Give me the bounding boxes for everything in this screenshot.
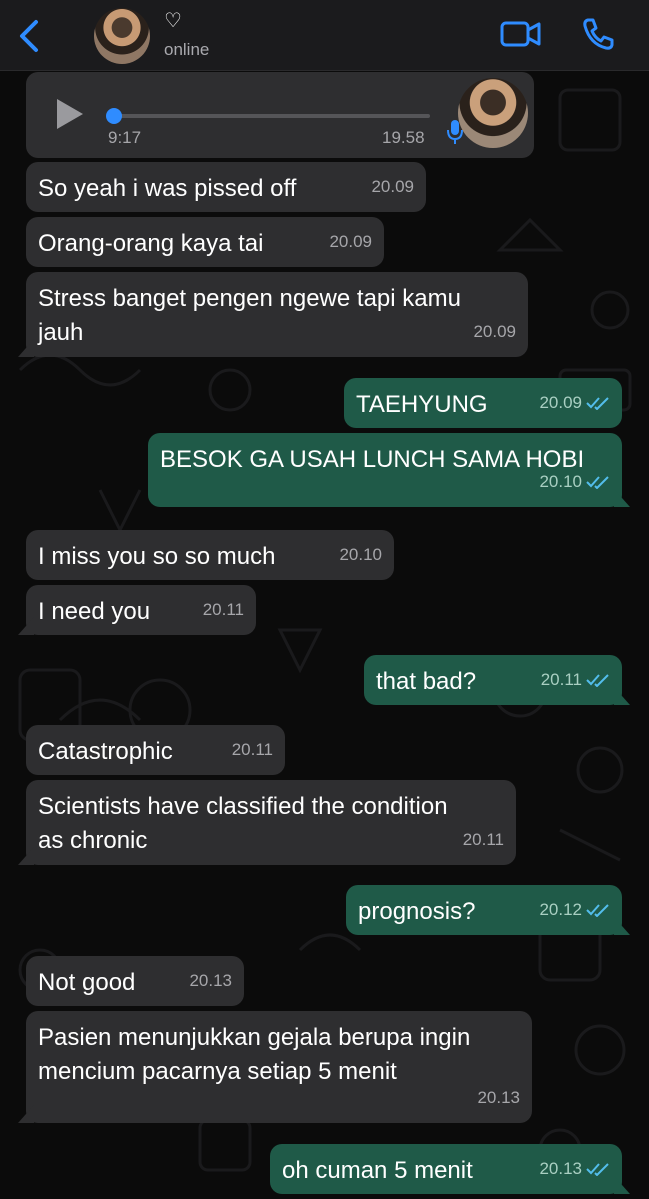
message-text: BESOK GA USAH LUNCH SAMA HOBI (160, 446, 585, 473)
message-meta: 20.10 (539, 465, 610, 499)
message-text: Pasien menunjukkan gejala berupa ingin m… (38, 1024, 471, 1085)
contact-status: online (164, 40, 210, 59)
double-check-icon (586, 904, 609, 917)
message-time: 20.12 (539, 900, 582, 919)
message-meta: 20.13 (539, 1152, 610, 1186)
microphone-icon (447, 120, 463, 144)
message-time: 20.09 (539, 393, 582, 412)
video-call-button[interactable] (500, 18, 542, 50)
message-bubble[interactable]: Catastrophic 20.11 (26, 725, 285, 775)
message-bubble[interactable]: TAEHYUNG 20.09 (344, 378, 622, 428)
message-bubble[interactable]: Orang-orang kaya tai 20.09 (26, 217, 384, 267)
chevron-left-icon (20, 20, 38, 52)
message-time: 20.13 (189, 971, 232, 990)
message-time: 20.13 (477, 1088, 520, 1107)
message-bubble[interactable]: BESOK GA USAH LUNCH SAMA HOBI 20.10 (148, 433, 622, 507)
message-time: 20.11 (231, 740, 273, 759)
phone-icon (583, 18, 614, 50)
message-list: 9:17 19.58 So yeah i was pissed off 20.0… (0, 70, 649, 1199)
message-text: I need you (38, 598, 151, 625)
video-camera-icon (500, 21, 541, 47)
message-time: 20.09 (473, 322, 516, 341)
sender-avatar (458, 78, 528, 148)
message-time: 19.58 (382, 128, 425, 147)
contact-avatar[interactable] (94, 8, 150, 64)
message-text: Catastrophic (38, 738, 173, 765)
double-check-icon (586, 397, 609, 410)
double-check-icon (586, 476, 609, 489)
message-text: prognosis? (358, 898, 476, 925)
message-text: oh cuman 5 menit (282, 1157, 473, 1184)
message-bubble[interactable]: Stress banget pengen ngewe tapi kamu jau… (26, 272, 528, 357)
message-time: 20.11 (540, 670, 582, 689)
message-meta: 20.09 (539, 386, 610, 420)
voice-duration: 9:17 (108, 128, 142, 147)
message-time: 20.10 (539, 472, 582, 491)
message-bubble[interactable]: that bad? 20.11 (364, 655, 622, 705)
play-button[interactable] (54, 96, 86, 132)
message-text: I miss you so so much (38, 543, 276, 570)
voice-progress-track[interactable] (114, 114, 430, 118)
back-button[interactable] (16, 18, 44, 54)
message-meta: 20.11 (541, 663, 610, 697)
message-bubble[interactable]: Pasien menunjukkan gejala berupa ingin m… (26, 1011, 532, 1123)
message-bubble[interactable]: I miss you so so much 20.10 (26, 530, 394, 580)
play-icon (57, 99, 83, 129)
voice-call-button[interactable] (580, 16, 616, 52)
message-bubble[interactable]: So yeah i was pissed off 20.09 (26, 162, 426, 212)
double-check-icon (586, 674, 609, 687)
message-bubble[interactable]: I need you 20.11 (26, 585, 256, 635)
message-meta: 20.12 (539, 893, 610, 927)
message-bubble[interactable]: prognosis? 20.12 (346, 885, 622, 935)
message-text: So yeah i was pissed off (38, 175, 297, 202)
message-time: 20.11 (202, 600, 244, 619)
message-bubble[interactable]: Not good 20.13 (26, 956, 244, 1006)
message-time: 20.10 (339, 545, 382, 564)
message-time: 20.09 (329, 232, 372, 251)
double-check-icon (586, 1163, 609, 1176)
voice-progress-knob[interactable] (106, 108, 122, 124)
message-time: 20.11 (462, 830, 504, 849)
contact-name[interactable]: ♡ (164, 10, 182, 32)
message-text: Stress banget pengen ngewe tapi kamu jau… (38, 285, 461, 346)
message-text: Scientists have classified the condition… (38, 793, 448, 854)
message-text: Orang-orang kaya tai (38, 230, 264, 257)
message-bubble[interactable]: Scientists have classified the condition… (26, 780, 516, 865)
voice-message[interactable]: 9:17 19.58 (26, 72, 534, 158)
message-text: TAEHYUNG (356, 391, 488, 418)
message-time: 20.09 (371, 177, 414, 196)
message-bubble[interactable]: oh cuman 5 menit 20.13 (270, 1144, 622, 1194)
chat-header: ♡ online (0, 0, 649, 71)
message-text: that bad? (376, 668, 477, 695)
message-time: 20.13 (539, 1159, 582, 1178)
message-text: Not good (38, 969, 136, 996)
